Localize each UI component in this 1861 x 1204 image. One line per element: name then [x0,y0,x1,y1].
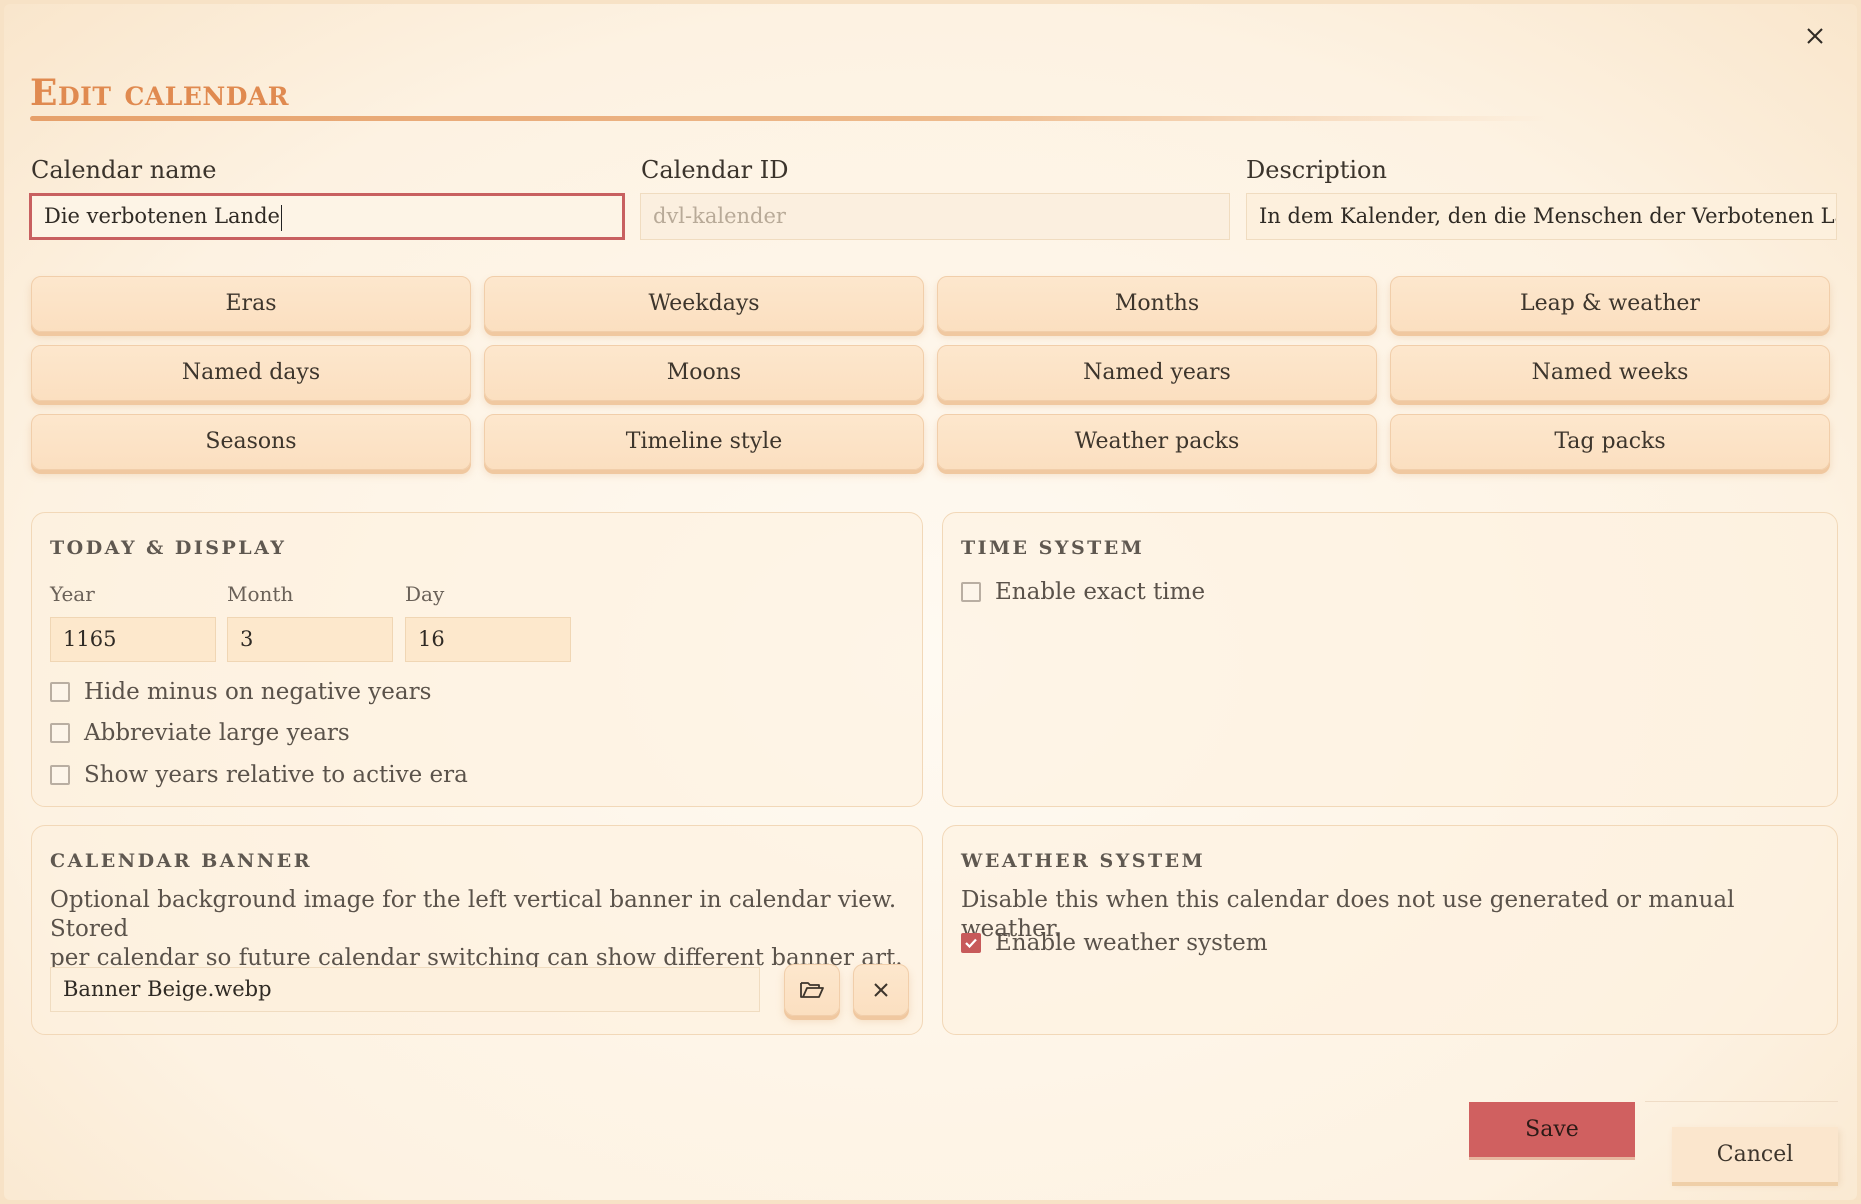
tab-moons[interactable]: Moons [484,345,924,401]
today-display-panel: TODAY & DISPLAY Year Month Day 1165 3 16… [31,512,923,807]
weather-system-panel: WEATHER SYSTEM Disable this when this ca… [942,825,1838,1035]
tab-eras[interactable]: Eras [31,276,471,332]
tab-named-years[interactable]: Named years [937,345,1377,401]
tab-weather-packs[interactable]: Weather packs [937,414,1377,470]
relative-era-option[interactable]: Show years relative to active era [50,762,468,788]
tab-seasons[interactable]: Seasons [31,414,471,470]
enable-weather-label: Enable weather system [995,930,1268,956]
close-icon [1807,28,1823,44]
tab-weekdays[interactable]: Weekdays [484,276,924,332]
relative-era-checkbox[interactable] [50,765,70,785]
close-button[interactable] [1801,22,1829,50]
browse-banner-button[interactable] [784,964,840,1016]
folder-open-icon [800,982,824,998]
calendar-id-input[interactable]: dvl-kalender [640,193,1230,240]
year-input[interactable]: 1165 [50,617,216,662]
day-input[interactable]: 16 [405,617,571,662]
title-divider [30,116,1550,121]
enable-weather-checkbox[interactable] [961,933,981,953]
calendar-banner-title: CALENDAR BANNER [50,850,313,872]
tab-timeline-style[interactable]: Timeline style [484,414,924,470]
tab-tag-packs[interactable]: Tag packs [1390,414,1830,470]
time-system-panel: TIME SYSTEM Enable exact time [942,512,1838,807]
dialog-title: Edit calendar [30,72,290,114]
calendar-name-input[interactable]: Die verbotenen Lande [29,193,625,240]
day-label: Day [405,582,445,606]
time-system-title: TIME SYSTEM [961,537,1145,559]
relative-era-label: Show years relative to active era [84,762,468,788]
calendar-name-value: Die verbotenen Lande [44,204,280,228]
calendar-banner-panel: CALENDAR BANNER Optional background imag… [31,825,923,1035]
cancel-button[interactable]: Cancel [1672,1127,1838,1182]
tab-named-weeks[interactable]: Named weeks [1390,345,1830,401]
year-label: Year [50,582,95,606]
exact-time-label: Enable exact time [995,579,1206,605]
close-icon [874,983,888,997]
calendar-id-label: Calendar ID [641,156,789,184]
hide-minus-label: Hide minus on negative years [84,679,432,705]
description-label: Description [1246,156,1387,184]
month-label: Month [227,582,294,606]
edit-calendar-dialog: Edit calendar Calendar name Die verboten… [4,4,1857,1200]
exact-time-option[interactable]: Enable exact time [961,579,1205,605]
description-input[interactable]: In dem Kalender, den die Menschen der Ve… [1246,193,1837,240]
clear-banner-button[interactable] [853,964,909,1016]
hide-minus-checkbox[interactable] [50,682,70,702]
text-caret [280,204,282,231]
checkmark-icon [965,938,977,949]
tab-leap-weather[interactable]: Leap & weather [1390,276,1830,332]
hide-minus-option[interactable]: Hide minus on negative years [50,679,431,705]
month-input[interactable]: 3 [227,617,393,662]
abbreviate-years-option[interactable]: Abbreviate large years [50,720,350,746]
banner-file-input[interactable]: Banner Beige.webp [50,967,760,1012]
weather-system-title: WEATHER SYSTEM [961,850,1206,872]
calendar-name-label: Calendar name [31,156,217,184]
today-display-title: TODAY & DISPLAY [50,537,287,559]
exact-time-checkbox[interactable] [961,582,981,602]
enable-weather-option[interactable]: Enable weather system [961,930,1268,956]
abbreviate-years-checkbox[interactable] [50,723,70,743]
tab-named-days[interactable]: Named days [31,345,471,401]
calendar-banner-description: Optional background image for the left v… [50,886,920,973]
banner-description-line-1: Optional background image for the left v… [50,887,897,942]
tab-months[interactable]: Months [937,276,1377,332]
footer-divider [1645,1101,1838,1102]
save-button[interactable]: Save [1469,1102,1635,1157]
abbreviate-years-label: Abbreviate large years [84,720,350,746]
